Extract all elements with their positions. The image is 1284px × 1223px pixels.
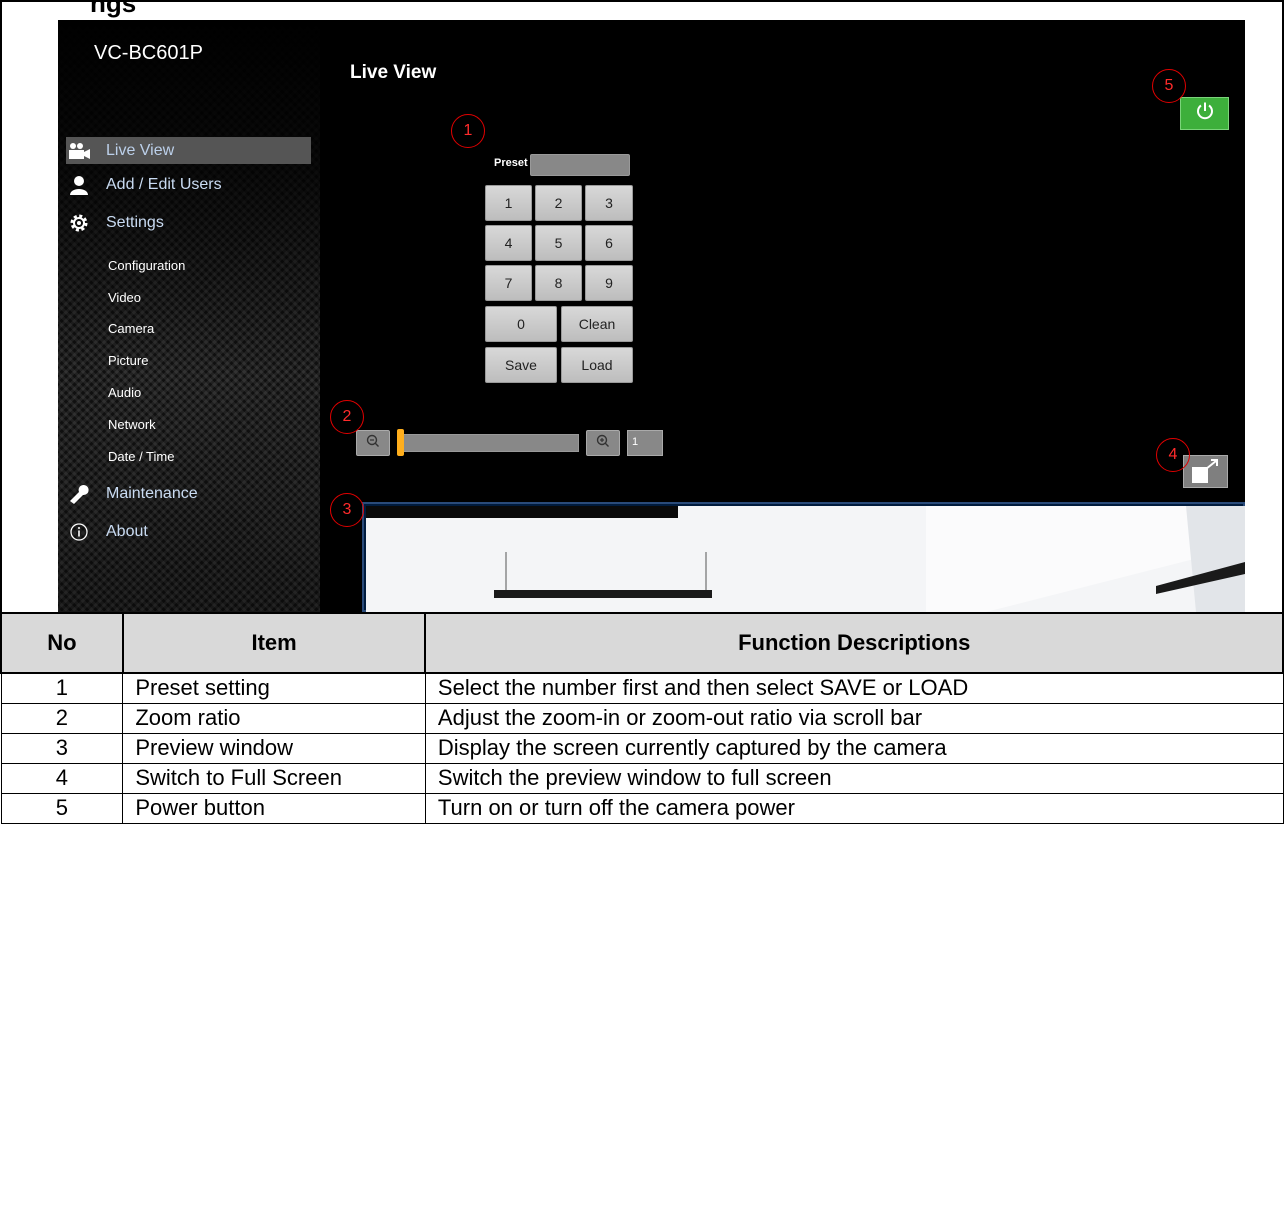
video-camera-icon [66,140,92,162]
table-row: 4 Switch to Full Screen Switch the previ… [0,762,1284,794]
nav-sub-video[interactable]: Video [108,290,141,305]
zoom-in-icon [596,434,610,453]
power-button[interactable] [1180,97,1229,130]
table-row: 5 Power button Turn on or turn off the c… [0,792,1284,824]
info-icon [66,521,92,543]
power-icon [1195,101,1215,126]
keypad-4-button[interactable]: 4 [485,225,532,261]
camera-web-ui: VC-BC601P Live View Add / Edit Users Set… [58,20,1245,612]
preset-number-field[interactable] [530,154,630,176]
cell-description: Adjust the zoom-in or zoom-out ratio via… [424,702,1284,734]
keypad-7-button[interactable]: 7 [485,265,532,301]
preset-load-button[interactable]: Load [561,347,633,383]
cell-no: 3 [0,732,124,764]
cell-description: Select the number first and then select … [424,672,1284,704]
preview-image [366,506,1245,612]
table-row: 1 Preset setting Select the number first… [0,672,1284,704]
nav-sub-picture[interactable]: Picture [108,353,148,368]
nav-label: Maintenance [106,484,198,502]
cell-description: Turn on or turn off the camera power [424,792,1284,824]
cell-item: Switch to Full Screen [122,762,426,794]
zoom-in-button[interactable] [586,430,620,456]
page-title: Live View [350,62,437,83]
keypad-6-button[interactable]: 6 [585,225,633,261]
nav-label: About [106,522,148,540]
keypad-9-button[interactable]: 9 [585,265,633,301]
cell-item: Zoom ratio [122,702,426,734]
nav-sub-configuration[interactable]: Configuration [108,258,185,273]
keypad-clean-button[interactable]: Clean [561,306,633,342]
table-header-row: No Item Function Descriptions [0,612,1284,674]
keypad-2-button[interactable]: 2 [535,185,582,221]
cell-item: Preview window [122,732,426,764]
nav-about[interactable]: About [66,518,311,545]
keypad-5-button[interactable]: 5 [535,225,582,261]
fullscreen-icon [1184,456,1229,494]
cell-description: Switch the preview window to full screen [424,762,1284,794]
table-row: 3 Preview window Display the screen curr… [0,732,1284,764]
nav-live-view[interactable]: Live View [66,137,311,164]
callout-2: 2 [330,400,364,434]
preset-save-button[interactable]: Save [485,347,557,383]
cell-item: Power button [122,792,426,824]
cell-no: 2 [0,702,124,734]
nav-sub-audio[interactable]: Audio [108,385,141,400]
header-no: No [0,612,124,674]
function-table: No Item Function Descriptions 1 Preset s… [0,612,1284,824]
nav-sub-date-time[interactable]: Date / Time [108,449,174,464]
keypad-1-button[interactable]: 1 [485,185,532,221]
callout-3: 3 [330,493,364,527]
cell-no: 4 [0,762,124,794]
user-icon [66,174,92,196]
cell-no: 1 [0,672,124,704]
nav-settings[interactable]: Settings [66,209,311,236]
zoom-value: 1 [627,430,663,456]
nav-label: Settings [106,213,164,231]
nav-label: Add / Edit Users [106,175,222,193]
preset-label: Preset [494,157,528,169]
cell-description: Display the screen currently captured by… [424,732,1284,764]
nav-label: Live View [106,141,175,159]
zoom-slider-thumb[interactable] [397,429,404,456]
callout-1: 1 [451,114,485,148]
gear-icon [66,212,92,234]
zoom-out-icon [366,434,380,453]
keypad-0-button[interactable]: 0 [485,306,557,342]
nav-sub-camera[interactable]: Camera [108,321,154,336]
nav-maintenance[interactable]: Maintenance [66,480,311,507]
table-row: 2 Zoom ratio Adjust the zoom-in or zoom-… [0,702,1284,734]
keypad-3-button[interactable]: 3 [585,185,633,221]
zoom-out-button[interactable] [356,430,390,456]
zoom-slider-track[interactable] [397,434,579,452]
model-name: VC-BC601P [94,42,203,64]
keypad-8-button[interactable]: 8 [535,265,582,301]
nav-sub-network[interactable]: Network [108,417,156,432]
cell-no: 5 [0,792,124,824]
wrench-icon [66,483,92,505]
callout-4: 4 [1156,438,1190,472]
sidebar: VC-BC601P Live View Add / Edit Users Set… [58,20,320,612]
header-function: Function Descriptions [424,612,1284,674]
nav-add-edit-users[interactable]: Add / Edit Users [66,171,311,198]
section-heading-fragment: ngs [90,0,137,18]
fullscreen-button[interactable] [1183,455,1228,488]
cell-item: Preset setting [122,672,426,704]
callout-5: 5 [1152,69,1186,103]
header-item: Item [121,612,427,674]
preview-window[interactable] [362,502,1245,612]
